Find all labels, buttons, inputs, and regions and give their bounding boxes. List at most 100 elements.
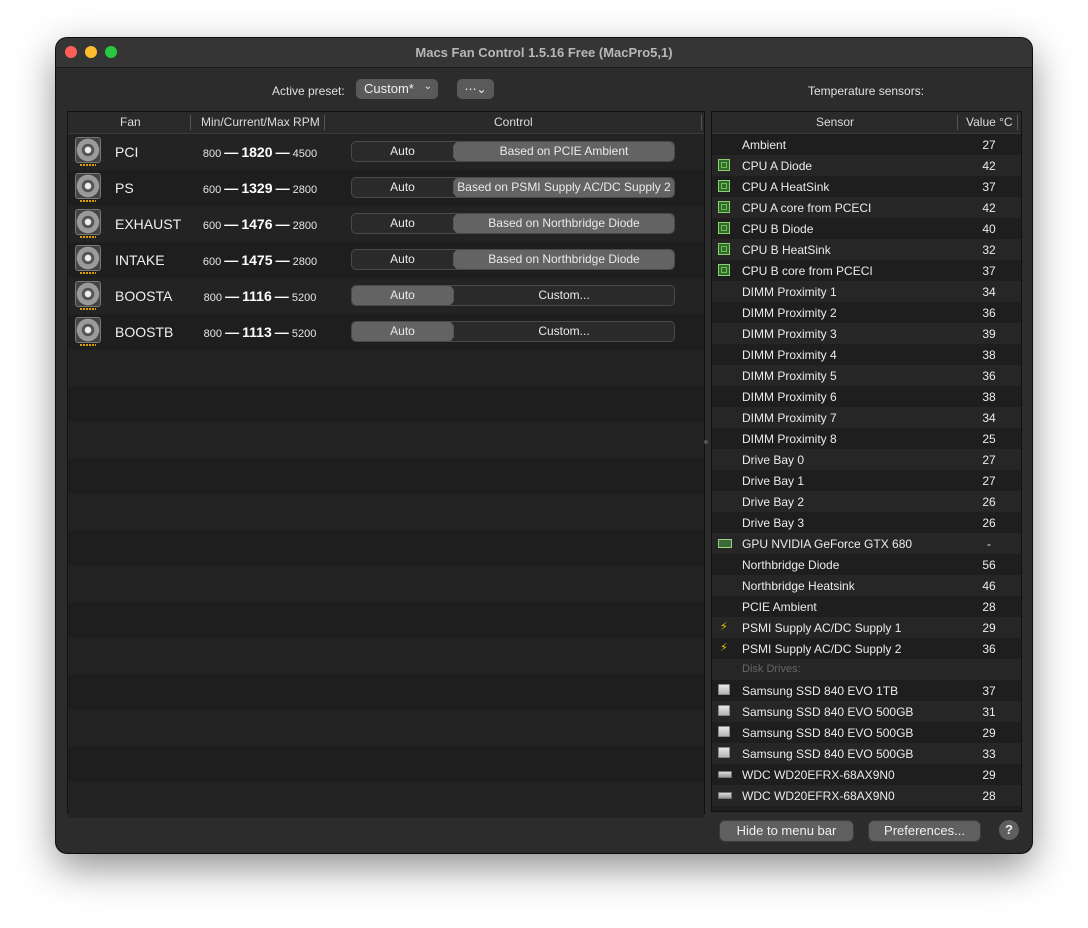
- fan-row[interactable]: INTAKE 600 — 1475 — 2800 Auto Based on Nort…: [68, 242, 704, 278]
- sensor-row[interactable]: DIMM Proximity 7 34: [712, 407, 1021, 428]
- table-stripe: [68, 746, 704, 782]
- temperature-sensors-label: Temperature sensors:: [808, 84, 925, 98]
- sensor-name: CPU A HeatSink: [742, 180, 830, 194]
- sensor-name: GPU NVIDIA GeForce GTX 680: [742, 537, 913, 551]
- sensor-row[interactable]: Samsung SSD 840 EVO 500GB 31: [712, 701, 1021, 722]
- sensor-row[interactable]: Ambient 27: [712, 134, 1021, 155]
- sensor-column-header[interactable]: Sensor: [816, 115, 854, 129]
- sensor-row[interactable]: Samsung SSD 840 EVO 500GB 33: [712, 743, 1021, 764]
- sensor-value: 36: [982, 642, 996, 656]
- fan-rpm: 600 — 1475 — 2800: [190, 252, 330, 268]
- sensor-value: 29: [982, 726, 996, 740]
- auto-segment[interactable]: Auto: [352, 178, 453, 197]
- title-bar[interactable]: Macs Fan Control 1.5.16 Free (MacPro5,1): [56, 38, 1032, 68]
- column-divider: [701, 115, 702, 130]
- sensor-row[interactable]: Drive Bay 0 27: [712, 449, 1021, 470]
- fan-row[interactable]: BOOSTA 800 — 1116 — 5200 Auto Custom...: [68, 278, 704, 314]
- sensor-row[interactable]: DIMM Proximity 8 25: [712, 428, 1021, 449]
- value-column-header[interactable]: Value °C: [966, 115, 1013, 129]
- fan-control-segmented[interactable]: Auto Based on Northbridge Diode: [351, 213, 675, 234]
- sensor-row[interactable]: DIMM Proximity 4 38: [712, 344, 1021, 365]
- sensor-value: 42: [982, 201, 996, 215]
- fan-control-segmented[interactable]: Auto Custom...: [351, 285, 675, 306]
- rpm-column-header[interactable]: Min/Current/Max RPM: [201, 115, 320, 129]
- auto-segment[interactable]: Auto: [352, 286, 453, 305]
- fan-name: EXHAUST: [115, 216, 182, 232]
- app-window: Macs Fan Control 1.5.16 Free (MacPro5,1)…: [56, 38, 1032, 853]
- fan-row[interactable]: PS 600 — 1329 — 2800 Auto Based on PSMI Sup…: [68, 170, 704, 206]
- fan-icon: [68, 206, 108, 242]
- sensor-row[interactable]: Drive Bay 3 26: [712, 512, 1021, 533]
- cpu-chip-icon: [718, 159, 730, 171]
- sensor-row[interactable]: CPU A Diode 42: [712, 155, 1021, 176]
- sensor-name: DIMM Proximity 8: [742, 432, 837, 446]
- sensor-row[interactable]: CPU B HeatSink 32: [712, 239, 1021, 260]
- sensor-row[interactable]: DIMM Proximity 2 36: [712, 302, 1021, 323]
- fan-row[interactable]: EXHAUST 600 — 1476 — 2800 Auto Based on Nor…: [68, 206, 704, 242]
- preferences-button[interactable]: Preferences...: [869, 821, 980, 841]
- more-options-button[interactable]: ⋯⌄: [457, 79, 494, 99]
- fan-column-header[interactable]: Fan: [120, 115, 141, 129]
- sensor-row[interactable]: DIMM Proximity 1 34: [712, 281, 1021, 302]
- sensor-value: 28: [982, 789, 996, 803]
- sensor-row[interactable]: Drive Bay 2 26: [712, 491, 1021, 512]
- fan-name: INTAKE: [115, 252, 165, 268]
- sensor-row[interactable]: WDC WD20EFRX-68AX9N0 29: [712, 764, 1021, 785]
- sensor-row[interactable]: DIMM Proximity 6 38: [712, 386, 1021, 407]
- min-rpm: 600: [202, 256, 222, 268]
- sensor-row[interactable]: CPU B Diode 40: [712, 218, 1021, 239]
- sensor-row[interactable]: CPU B core from PCECI 37: [712, 260, 1021, 281]
- hide-to-menu-bar-button[interactable]: Hide to menu bar: [720, 821, 853, 841]
- sensor-row[interactable]: Northbridge Heatsink 46: [712, 575, 1021, 596]
- sensor-row[interactable]: Samsung SSD 840 EVO 1TB 37: [712, 680, 1021, 701]
- sensor-row[interactable]: PCIE Ambient 28: [712, 596, 1021, 617]
- fan-row[interactable]: BOOSTB 800 — 1113 — 5200 Auto Custom...: [68, 314, 704, 350]
- help-button[interactable]: ?: [999, 820, 1019, 840]
- sensor-name: WDC WD20EFRX-68AX9N0: [742, 768, 895, 782]
- active-preset-label: Active preset:: [272, 84, 345, 98]
- sensor-row[interactable]: GPU NVIDIA GeForce GTX 680 -: [712, 533, 1021, 554]
- custom-control-segment[interactable]: Based on PSMI Supply AC/DC Supply 2: [454, 178, 674, 197]
- sensor-row[interactable]: CPU A core from PCECI 42: [712, 197, 1021, 218]
- fan-control-segmented[interactable]: Auto Based on Northbridge Diode: [351, 249, 675, 270]
- sensor-value: 29: [982, 621, 996, 635]
- sensor-row[interactable]: Northbridge Diode 56: [712, 554, 1021, 575]
- custom-control-segment[interactable]: Based on Northbridge Diode: [454, 214, 674, 233]
- window-title: Macs Fan Control 1.5.16 Free (MacPro5,1): [415, 45, 673, 60]
- fan-control-segmented[interactable]: Auto Based on PSMI Supply AC/DC Supply 2: [351, 177, 675, 198]
- sensor-row[interactable]: DIMM Proximity 5 36: [712, 365, 1021, 386]
- custom-control-segment[interactable]: Custom...: [454, 322, 674, 341]
- sensor-value: 33: [982, 747, 996, 761]
- sensor-row[interactable]: Samsung SSD 840 EVO 500GB 29: [712, 722, 1021, 743]
- sensor-value: 38: [982, 390, 996, 404]
- gpu-card-icon: [718, 539, 732, 548]
- dash-separator: —: [275, 144, 290, 160]
- sensor-row[interactable]: DIMM Proximity 3 39: [712, 323, 1021, 344]
- fan-control-segmented[interactable]: Auto Based on PCIE Ambient: [351, 141, 675, 162]
- table-stripe: [68, 566, 704, 602]
- fan-row[interactable]: PCI 800 — 1820 — 4500 Auto Based on PCIE Am…: [68, 134, 704, 170]
- fan-control-segmented[interactable]: Auto Custom...: [351, 321, 675, 342]
- cpu-chip-icon: [718, 201, 730, 213]
- auto-segment[interactable]: Auto: [352, 322, 453, 341]
- control-column-header[interactable]: Control: [494, 115, 533, 129]
- auto-segment[interactable]: Auto: [352, 214, 453, 233]
- dash-separator: —: [274, 288, 289, 304]
- custom-control-segment[interactable]: Custom...: [454, 286, 674, 305]
- sensor-value: 37: [982, 264, 996, 278]
- custom-control-segment[interactable]: Based on Northbridge Diode: [454, 250, 674, 269]
- min-rpm: 800: [203, 292, 222, 304]
- sensor-row[interactable]: Drive Bay 1 27: [712, 470, 1021, 491]
- auto-segment[interactable]: Auto: [352, 250, 453, 269]
- sensor-row[interactable]: WDC WD20EFRX-68AX9N0 28: [712, 785, 1021, 806]
- custom-control-segment[interactable]: Based on PCIE Ambient: [454, 142, 674, 161]
- sensor-name: CPU B core from PCECI: [742, 264, 873, 278]
- sensor-row[interactable]: CPU A HeatSink 37: [712, 176, 1021, 197]
- split-resize-handle[interactable]: [704, 440, 708, 444]
- fan-icon: [68, 170, 108, 206]
- sensor-row[interactable]: ⚡ PSMI Supply AC/DC Supply 2 36: [712, 638, 1021, 659]
- fan-name: BOOSTB: [115, 324, 174, 340]
- sensor-row[interactable]: ⚡ PSMI Supply AC/DC Supply 1 29: [712, 617, 1021, 638]
- preset-select[interactable]: Custom* ⌄: [356, 79, 438, 99]
- auto-segment[interactable]: Auto: [352, 142, 453, 161]
